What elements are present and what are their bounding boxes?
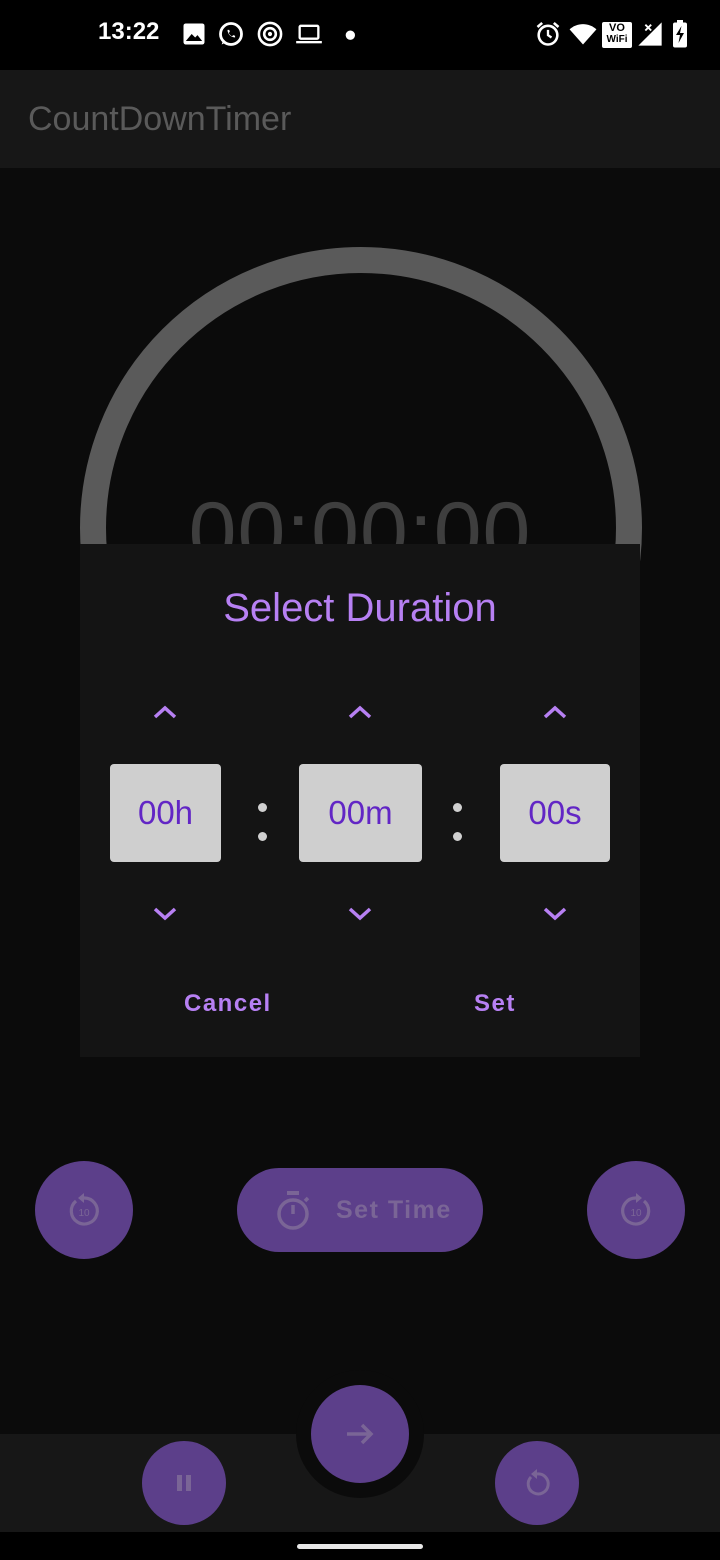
chevron-up-icon (153, 705, 177, 719)
signal-icon (638, 22, 662, 46)
vowifi-wifi-text: WiFi (606, 34, 628, 45)
laptop-icon (296, 24, 322, 44)
alarm-icon (536, 21, 560, 46)
cancel-button[interactable]: Cancel (184, 990, 272, 1018)
time-separator (258, 800, 268, 844)
rewind-10-label: 10 (78, 1208, 90, 1219)
minutes-value[interactable]: 00m (299, 764, 422, 862)
status-time: 13:22 (98, 18, 160, 45)
battery-charging-icon (673, 20, 687, 48)
dialog-title: Select Duration (223, 586, 497, 630)
whatsapp-icon (219, 22, 243, 46)
replay-10-icon: 10 (69, 1193, 99, 1226)
chevron-down-icon (153, 907, 177, 921)
hours-up-button[interactable] (145, 697, 185, 727)
minutes-down-button[interactable] (340, 899, 380, 929)
forward-10-label: 10 (630, 1208, 642, 1219)
forward-10-button[interactable]: 10 (587, 1161, 685, 1259)
chevron-up-icon (543, 705, 567, 719)
minutes-up-button[interactable] (340, 697, 380, 727)
pause-icon (177, 1475, 191, 1491)
vowifi-icon: VO WiFi (602, 22, 632, 48)
wifi-icon (569, 24, 597, 45)
reset-button[interactable] (495, 1441, 579, 1525)
gesture-handle[interactable] (297, 1544, 423, 1549)
start-fab[interactable] (311, 1385, 409, 1483)
time-separator (453, 800, 463, 844)
forward-10-icon: 10 (621, 1193, 651, 1226)
reset-icon (526, 1469, 550, 1496)
set-button[interactable]: Set (474, 990, 516, 1018)
chevron-down-icon (348, 907, 372, 921)
set-time-label: Set Time (336, 1196, 452, 1224)
seconds-up-button[interactable] (535, 697, 575, 727)
rewind-10-button[interactable]: 10 (35, 1161, 133, 1259)
circle-target-icon (257, 21, 283, 47)
timer-icon (277, 1191, 310, 1230)
hours-value[interactable]: 00h (110, 764, 221, 862)
vowifi-vo-text: VO (609, 22, 625, 34)
seconds-down-button[interactable] (535, 899, 575, 929)
app-title: CountDownTimer (28, 100, 292, 138)
image-icon (183, 23, 205, 45)
hours-down-button[interactable] (145, 899, 185, 929)
dot-icon (345, 30, 355, 40)
seconds-value[interactable]: 00s (500, 764, 610, 862)
pause-button[interactable] (142, 1441, 226, 1525)
chevron-up-icon (348, 705, 372, 719)
arrow-right-icon (347, 1423, 374, 1445)
chevron-down-icon (543, 907, 567, 921)
